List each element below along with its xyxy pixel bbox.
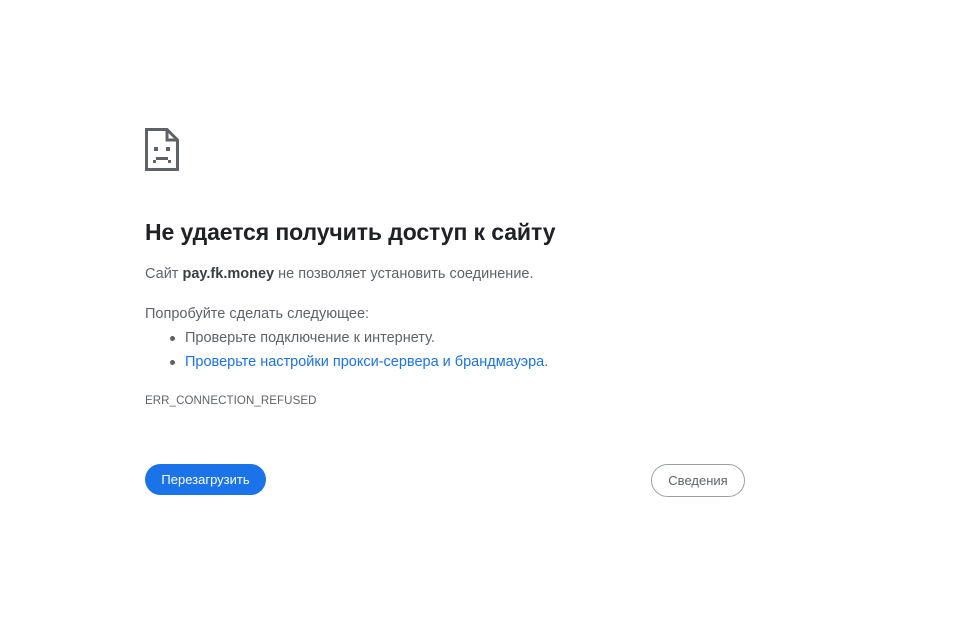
error-title: Не удается получить доступ к сайту: [145, 219, 556, 245]
host-name: pay.fk.money: [182, 266, 275, 282]
error-description: Сайт pay.fk.money не позволяет установит…: [145, 266, 534, 282]
description-suffix: не позволяет установить соединение.: [278, 266, 534, 282]
description-prefix: Сайт: [145, 266, 179, 282]
suggestion-check-connection: Проверьте подключение к интернету.: [185, 330, 435, 346]
details-button[interactable]: Сведения: [651, 464, 745, 497]
proxy-firewall-link[interactable]: Проверьте настройки прокси-сервера и бра…: [185, 354, 544, 370]
list-item: Проверьте подключение к интернету.: [145, 329, 548, 353]
error-code: ERR_CONNECTION_REFUSED: [145, 395, 317, 407]
reload-button[interactable]: Перезагрузить: [145, 464, 266, 495]
suggestion-trailing-period: .: [544, 354, 549, 370]
list-item: Проверьте настройки прокси-сервера и бра…: [145, 353, 548, 377]
suggestions-list: Проверьте подключение к интернету. Прове…: [145, 329, 548, 377]
sad-page-icon: [145, 128, 179, 171]
suggestions-heading: Попробуйте сделать следующее:: [145, 306, 370, 322]
